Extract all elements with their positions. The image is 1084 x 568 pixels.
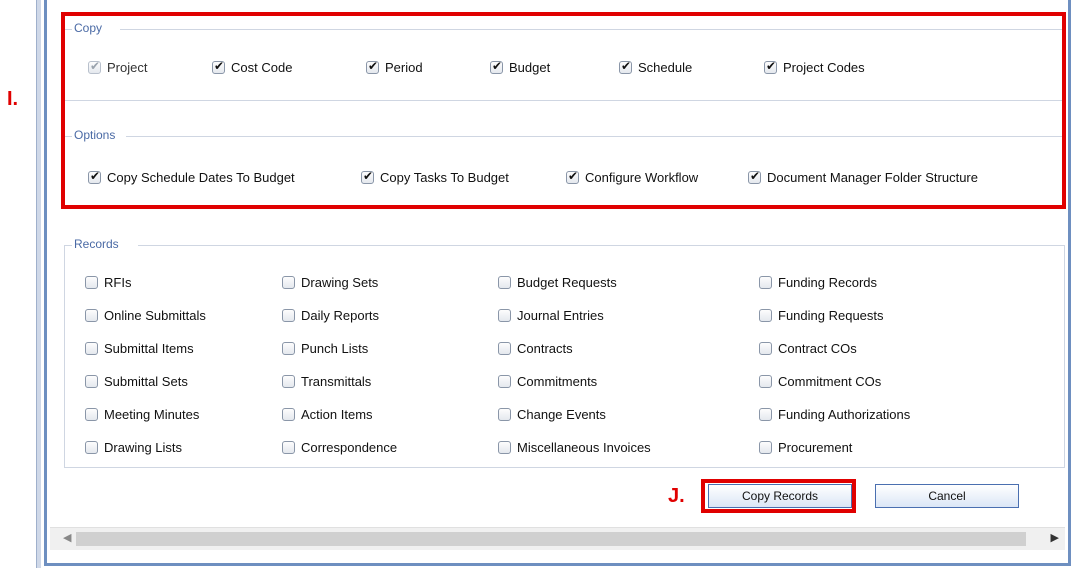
checkbox-record-submittal-items[interactable]: Submittal Items	[85, 341, 194, 356]
checkbox-icon	[498, 342, 511, 355]
checkbox-record-funding-requests[interactable]: Funding Requests	[759, 308, 884, 323]
checkbox-record-change-events[interactable]: Change Events	[498, 407, 606, 422]
marker-j: J.	[668, 485, 685, 507]
checkbox-icon	[498, 441, 511, 454]
checkbox-label: Contracts	[517, 341, 573, 356]
checkbox-icon	[85, 276, 98, 289]
checkbox-label: Miscellaneous Invoices	[517, 440, 651, 455]
checkbox-icon	[282, 375, 295, 388]
checkbox-label: Action Items	[301, 407, 373, 422]
checkbox-icon	[85, 441, 98, 454]
checkbox-record-action-items[interactable]: Action Items	[282, 407, 373, 422]
checkbox-label: Meeting Minutes	[104, 407, 200, 422]
checkbox-record-online-submittals[interactable]: Online Submittals	[85, 308, 206, 323]
checkbox-record-drawing-lists[interactable]: Drawing Lists	[85, 440, 182, 455]
arrow-right-icon[interactable]: ▶	[1051, 531, 1059, 544]
checkbox-label: Contract COs	[778, 341, 857, 356]
checkbox-label: Submittal Items	[104, 341, 194, 356]
checkbox-icon	[85, 408, 98, 421]
checkbox-icon	[282, 342, 295, 355]
checkbox-icon	[282, 276, 295, 289]
checkbox-icon	[282, 408, 295, 421]
checkbox-record-procurement[interactable]: Procurement	[759, 440, 852, 455]
checkbox-label: Submittal Sets	[104, 374, 188, 389]
copy-records-button[interactable]: Copy Records	[708, 484, 852, 508]
checkbox-record-rfis[interactable]: RFIs	[85, 275, 131, 290]
checkbox-record-commitments[interactable]: Commitments	[498, 374, 597, 389]
checkbox-record-meeting-minutes[interactable]: Meeting Minutes	[85, 407, 199, 422]
checkbox-icon	[498, 309, 511, 322]
window-left-edge	[36, 0, 41, 568]
checkbox-icon	[498, 276, 511, 289]
checkbox-label: Change Events	[517, 407, 606, 422]
checkbox-label: Punch Lists	[301, 341, 369, 356]
checkbox-label: Drawing Lists	[104, 440, 183, 455]
checkbox-record-funding-authorizations[interactable]: Funding Authorizations	[759, 407, 910, 422]
checkbox-icon	[282, 441, 295, 454]
checkbox-icon	[759, 408, 772, 421]
checkbox-label: Budget Requests	[517, 275, 617, 290]
marker-i: I.	[7, 88, 19, 110]
checkbox-record-correspondence[interactable]: Correspondence	[282, 440, 397, 455]
checkbox-label: Journal Entries	[517, 308, 604, 323]
checkbox-label: Online Submittals	[104, 308, 206, 323]
checkbox-icon	[85, 309, 98, 322]
checkbox-icon	[759, 441, 772, 454]
checkbox-icon	[759, 375, 772, 388]
checkbox-record-contract-cos[interactable]: Contract COs	[759, 341, 857, 356]
checkbox-icon	[85, 375, 98, 388]
arrow-left-icon[interactable]: ◀	[63, 531, 71, 544]
checkbox-record-transmittals[interactable]: Transmittals	[282, 374, 371, 389]
checkbox-label: Commitment COs	[778, 374, 882, 389]
checkbox-icon	[759, 342, 772, 355]
checkbox-icon	[759, 276, 772, 289]
checkbox-icon	[498, 375, 511, 388]
checkbox-label: Daily Reports	[301, 308, 380, 323]
checkbox-icon	[85, 342, 98, 355]
checkbox-label: Transmittals	[301, 374, 372, 389]
checkbox-record-journal-entries[interactable]: Journal Entries	[498, 308, 604, 323]
checkbox-record-miscellaneous-invoices[interactable]: Miscellaneous Invoices	[498, 440, 651, 455]
checkbox-record-commitment-cos[interactable]: Commitment COs	[759, 374, 881, 389]
checkbox-label: RFIs	[104, 275, 132, 290]
cancel-button[interactable]: Cancel	[875, 484, 1019, 508]
checkbox-record-funding-records[interactable]: Funding Records	[759, 275, 877, 290]
checkbox-record-contracts[interactable]: Contracts	[498, 341, 573, 356]
checkbox-icon	[282, 309, 295, 322]
horizontal-scrollbar[interactable]: ◀ ▶	[50, 527, 1065, 550]
checkbox-label: Correspondence	[301, 440, 398, 455]
checkbox-label: Funding Authorizations	[778, 407, 911, 422]
checkbox-label: Procurement	[778, 440, 853, 455]
checkbox-label: Commitments	[517, 374, 598, 389]
checkbox-label: Funding Requests	[778, 308, 884, 323]
checkbox-record-drawing-sets[interactable]: Drawing Sets	[282, 275, 378, 290]
checkbox-icon	[759, 309, 772, 322]
checkbox-record-punch-lists[interactable]: Punch Lists	[282, 341, 368, 356]
checkbox-record-daily-reports[interactable]: Daily Reports	[282, 308, 379, 323]
checkbox-label: Drawing Sets	[301, 275, 379, 290]
checkbox-record-submittal-sets[interactable]: Submittal Sets	[85, 374, 188, 389]
checkbox-record-budget-requests[interactable]: Budget Requests	[498, 275, 617, 290]
dialog-bottom-border	[44, 563, 1071, 566]
records-legend: Records	[72, 237, 121, 251]
checkbox-icon	[498, 408, 511, 421]
scrollbar-thumb[interactable]	[76, 532, 1026, 546]
highlight-box-i	[61, 12, 1066, 209]
checkbox-label: Funding Records	[778, 275, 877, 290]
